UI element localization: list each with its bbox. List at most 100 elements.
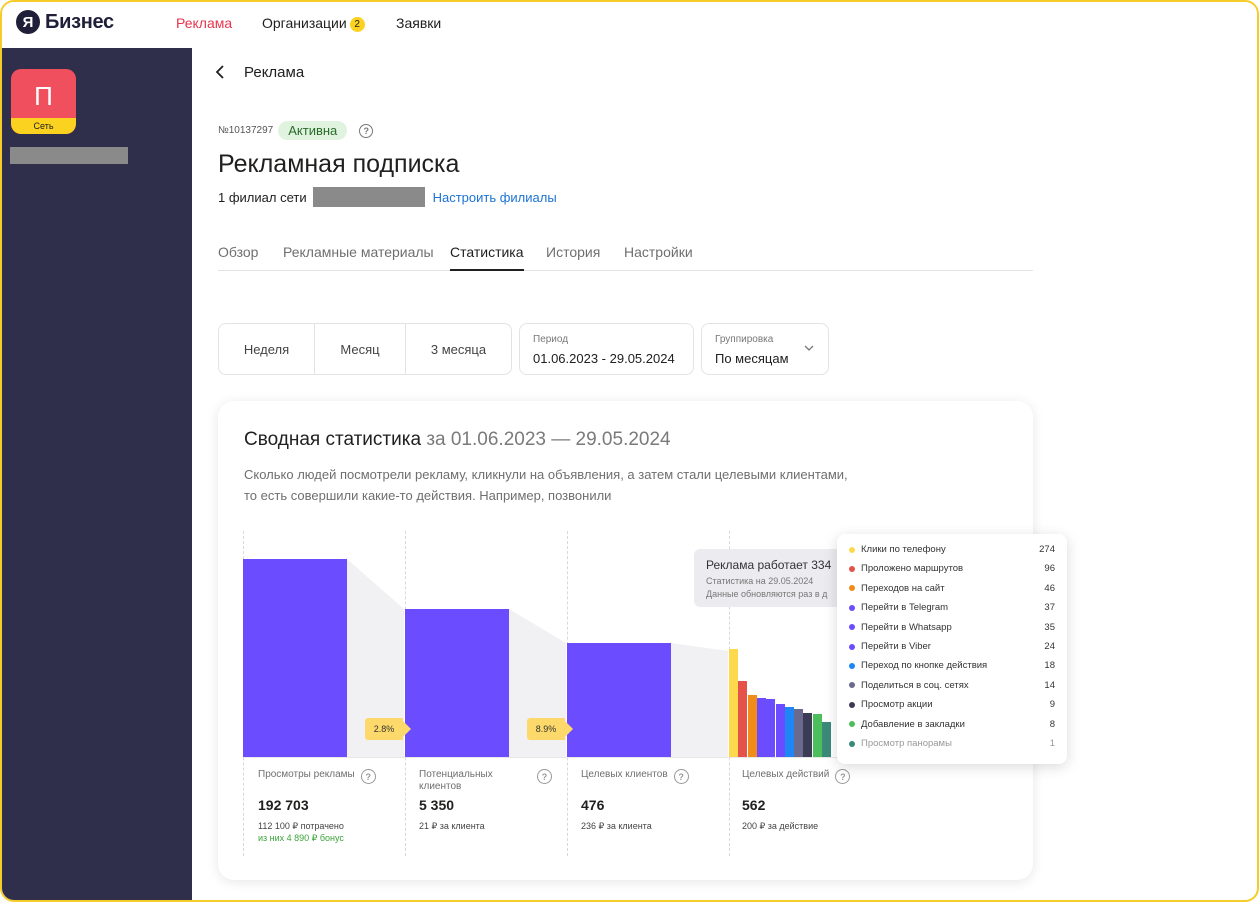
conversion-badge: 2.8%	[365, 718, 411, 740]
app-window: Я Бизнес Реклама Организации 2 Заявки П С…	[0, 0, 1259, 902]
period-week-button[interactable]: Неделя	[219, 324, 315, 374]
subscription-meta: №10137297 Активна ?	[218, 121, 374, 140]
legend-dot-icon	[849, 546, 855, 553]
tab-settings[interactable]: Настройки	[624, 244, 693, 271]
organization-letter: П	[34, 81, 53, 111]
legend-label: Добавление в закладки	[861, 718, 965, 730]
action-bar	[794, 709, 804, 757]
help-icon[interactable]: ?	[359, 123, 374, 138]
legend-label: Просмотр панорамы	[861, 738, 952, 749]
grouping-label: Группировка	[715, 334, 774, 345]
nav-organizations[interactable]: Организации 2	[262, 15, 365, 32]
legend-label: Перейти в Telegram	[861, 602, 949, 614]
metric-views-value: 192 703	[258, 797, 309, 813]
metric-target-label: Целевых клиентов	[581, 769, 668, 780]
organization-name-redacted	[10, 147, 128, 164]
nav-ads[interactable]: Реклама	[176, 15, 232, 31]
legend-dot-icon	[849, 682, 855, 689]
metric-views: Просмотры рекламы? 192 703 112 100 ₽ пот…	[258, 769, 408, 843]
metric-target-actions: Целевых действий? 562 200 ₽ за действие	[742, 769, 892, 831]
metric-views-label-row: Просмотры рекламы?	[258, 769, 408, 784]
grouping-select[interactable]: Группировка По месяцам	[701, 323, 829, 375]
legend-item: Просмотр панорамы 1	[849, 734, 1055, 753]
legend-dot-icon	[849, 701, 855, 708]
help-icon[interactable]: ?	[537, 769, 552, 784]
action-bar	[822, 722, 831, 757]
legend-dot-icon	[849, 643, 855, 650]
legend-item: Просмотр акции 9	[849, 695, 1055, 714]
order-number: №10137297	[218, 125, 274, 136]
metric-views-spent: 112 100 ₽ потрачено	[258, 821, 344, 831]
organization-type-tag: Сеть	[11, 118, 76, 134]
legend-label: Проложено маршрутов	[861, 563, 964, 575]
legend-value: 96	[1044, 563, 1055, 575]
legend-item: Переход по кнопке действия 18	[849, 656, 1055, 675]
period-picker[interactable]: Период 01.06.2023 - 29.05.2024	[519, 323, 694, 375]
legend-dot-icon	[849, 624, 855, 631]
legend-item: Перейти в Viber 24	[849, 637, 1055, 656]
ad-duration-tooltip: Реклама работает 334 Статистика на 29.05…	[694, 549, 844, 607]
tab-ad-materials[interactable]: Рекламные материалы	[283, 244, 434, 271]
logo[interactable]: Я Бизнес	[16, 10, 114, 34]
metric-actions-label-row: Целевых действий?	[742, 769, 892, 784]
configure-branches-link[interactable]: Настроить филиалы	[433, 190, 557, 205]
legend-label: Поделиться в соц. сетях	[861, 679, 969, 691]
legend-item: Перейти в Telegram 37	[849, 598, 1055, 617]
branch-name-redacted	[312, 187, 425, 207]
metric-actions-label: Целевых действий	[742, 769, 830, 780]
metric-target-cost: 236 ₽ за клиента	[581, 821, 652, 831]
sidebar: П Сеть	[2, 48, 192, 900]
period-value: 01.06.2023 - 29.05.2024	[533, 351, 675, 366]
summary-description-line1: Сколько людей посмотрели рекламу, кликну…	[244, 467, 848, 482]
legend-value: 1	[1049, 738, 1055, 749]
back-label: Реклама	[244, 63, 305, 81]
nav-requests[interactable]: Заявки	[396, 15, 441, 31]
tab-statistics[interactable]: Статистика	[450, 244, 524, 271]
legend-item: Перейти в Whatsapp 35	[849, 618, 1055, 637]
target-clients-bar	[567, 643, 671, 757]
help-icon[interactable]: ?	[360, 769, 376, 784]
help-icon[interactable]: ?	[835, 769, 851, 784]
legend-value: 35	[1044, 621, 1055, 633]
page-title: Рекламная подписка	[218, 150, 460, 178]
legend-value: 8	[1049, 718, 1055, 730]
action-bar	[803, 712, 813, 757]
legend-label: Просмотр акции	[861, 699, 933, 711]
legend-label: Клики по телефону	[861, 544, 946, 555]
tooltip-update-note: Данные обновляются раз в д	[706, 589, 828, 599]
help-icon[interactable]: ?	[673, 769, 689, 784]
metric-potential-label-row: Потенциальных клиентов?	[419, 769, 555, 793]
period-month-button[interactable]: Месяц	[315, 324, 406, 374]
logo-text: Бизнес	[45, 10, 114, 33]
legend-value: 18	[1044, 660, 1055, 672]
legend-item: Проложено маршрутов 96	[849, 559, 1055, 578]
legend-value: 9	[1049, 699, 1055, 711]
organization-avatar[interactable]: П Сеть	[11, 69, 76, 134]
legend-value: 274	[1039, 544, 1055, 555]
legend-dot-icon	[849, 565, 855, 572]
legend-dot-icon	[849, 721, 855, 728]
legend-dot-icon	[849, 585, 855, 592]
tab-history[interactable]: История	[546, 244, 600, 271]
legend-label: Перейти в Viber	[861, 641, 931, 652]
views-bar	[243, 559, 347, 757]
branches-text: 1 филиал сети	[218, 189, 307, 205]
period-preset-group: Неделя Месяц 3 месяца	[218, 323, 512, 375]
back-link[interactable]: Реклама	[214, 62, 304, 82]
legend-item: Добавление в закладки 8	[849, 715, 1055, 734]
tooltip-date: Статистика на 29.05.2024	[706, 576, 814, 586]
legend-label: Переход по кнопке действия	[861, 660, 988, 672]
summary-range: за 01.06.2023 — 29.05.2024	[426, 429, 671, 450]
legend-dot-icon	[849, 662, 855, 669]
legend-value: 37	[1044, 602, 1055, 614]
metric-potential-clients: Потенциальных клиентов? 5 350 21 ₽ за кл…	[419, 769, 555, 831]
yandex-logo-icon: Я	[16, 10, 40, 34]
tooltip-title: Реклама работает 334	[706, 558, 832, 572]
period-label: Период	[533, 334, 569, 345]
period-3months-button[interactable]: 3 месяца	[406, 324, 511, 374]
legend-dot-icon	[849, 604, 855, 611]
nav-organizations-label: Организации	[262, 15, 347, 31]
metric-potential-cost: 21 ₽ за клиента	[419, 821, 485, 831]
tab-overview[interactable]: Обзор	[218, 244, 258, 271]
top-bar: Я Бизнес Реклама Организации 2 Заявки	[2, 2, 1257, 46]
